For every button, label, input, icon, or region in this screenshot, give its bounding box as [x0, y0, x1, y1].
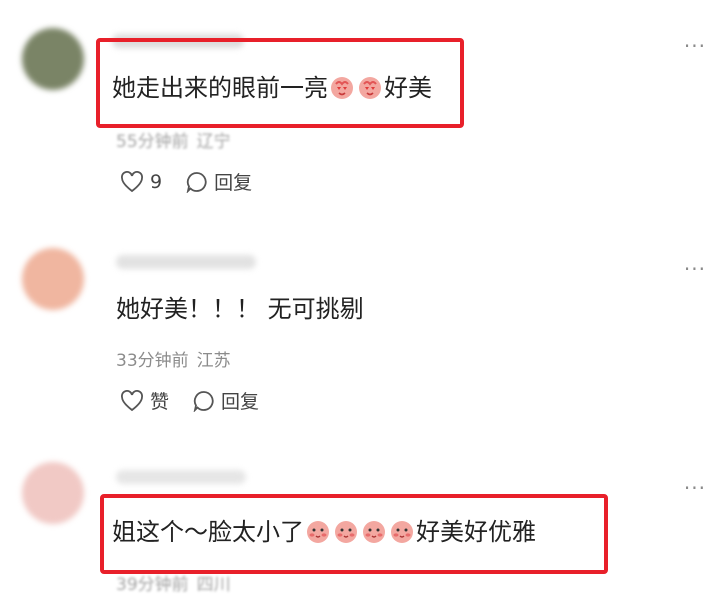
blush-emoji-icon [389, 518, 415, 551]
more-options-icon[interactable]: ··· [684, 259, 706, 279]
like-button[interactable]: 9 [120, 171, 162, 193]
heart-eyes-emoji-icon [329, 74, 355, 107]
blush-emoji-icon [361, 518, 387, 551]
heart-eyes-emoji-icon [357, 74, 383, 107]
comment-time: 33分钟前 [116, 351, 189, 371]
username[interactable] [116, 470, 246, 484]
more-options-icon[interactable]: ··· [684, 36, 706, 56]
comment-meta: 55分钟前 辽宁 [116, 127, 231, 152]
avatar[interactable] [22, 462, 84, 524]
like-count: 9 [150, 170, 163, 193]
reply-button[interactable]: 回复 [186, 168, 252, 195]
heart-icon [121, 170, 143, 192]
comment-text: 她走出来的眼前一亮 好美 [112, 73, 432, 107]
comment-actions: 9 回复 [120, 168, 252, 195]
comment-location: 四川 [196, 575, 231, 595]
avatar[interactable] [22, 28, 84, 90]
comment-meta: 39分钟前 四川 [116, 570, 231, 595]
reply-button[interactable]: 回复 [193, 387, 259, 414]
comment-time: 39分钟前 [116, 575, 189, 595]
heart-icon [121, 389, 143, 411]
avatar[interactable] [22, 248, 84, 310]
speech-bubble-icon [186, 171, 207, 193]
like-button[interactable]: 赞 [120, 387, 169, 414]
comment-location: 江苏 [196, 351, 231, 371]
reply-label: 回复 [221, 391, 260, 413]
username[interactable] [116, 255, 256, 269]
reply-label: 回复 [214, 172, 253, 194]
speech-bubble-icon [193, 390, 214, 412]
more-options-icon[interactable]: ··· [684, 478, 706, 498]
comment-text: 她好美！！！ 无可挑剔 [116, 295, 364, 323]
comment-actions: 赞 回复 [120, 387, 259, 414]
comment-text: 姐这个～脸太小了 好美好优雅 [112, 517, 536, 551]
blush-emoji-icon [333, 518, 359, 551]
comment-time: 55分钟前 [116, 132, 189, 152]
comment-location: 辽宁 [196, 132, 231, 152]
blush-emoji-icon [305, 518, 331, 551]
comment-meta: 33分钟前 江苏 [116, 346, 231, 371]
like-label: 赞 [150, 391, 170, 413]
